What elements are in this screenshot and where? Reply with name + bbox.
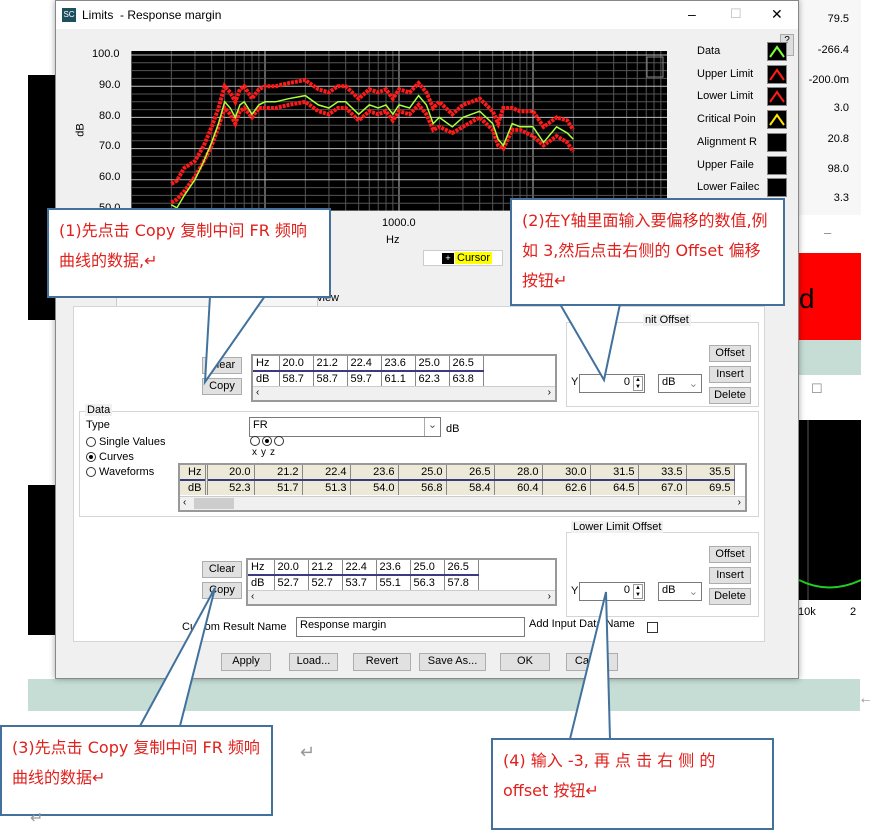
callout-pointers	[138, 295, 622, 740]
callout-3: (3)先点击 Copy 复制中间 FR 频响曲线的数据↵	[0, 725, 273, 816]
callout-1-pointer	[203, 295, 267, 386]
callout-2: (2)在Y轴里面输入要偏移的数值,例如 3,然后点击右侧的 Offset 偏移按…	[510, 198, 785, 306]
callout-4-pointer	[568, 591, 612, 740]
return-mark: ↵	[30, 810, 44, 827]
callout-4: (4) 输入 -3, 再 点 击 右 侧 的 offset 按钮↵	[491, 738, 774, 830]
callout-1: (1)先点击 Copy 复制中间 FR 频响曲线的数据,↵	[47, 208, 331, 298]
callout-2-pointer	[558, 303, 622, 383]
callout-3-pointer	[138, 587, 216, 727]
return-mark: ↵	[300, 742, 316, 762]
